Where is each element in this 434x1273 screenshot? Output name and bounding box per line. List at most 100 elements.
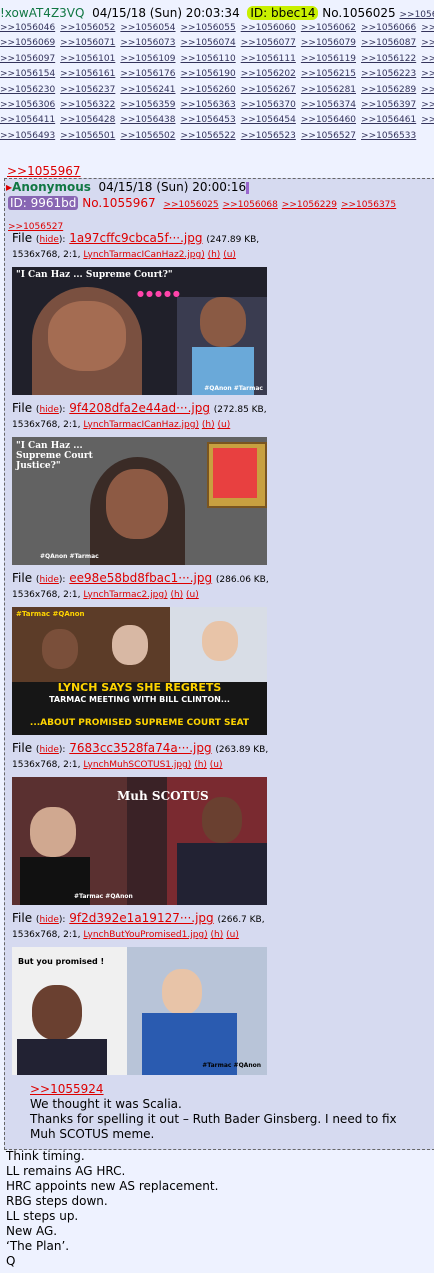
- backlink[interactable]: >>1056260: [181, 85, 236, 95]
- original-filename-link[interactable]: LynchMuhSCOTUS1.jpg): [83, 760, 191, 770]
- inner-poster-id[interactable]: ID: 9961bd: [8, 196, 79, 210]
- backlink[interactable]: >>1056109: [120, 54, 175, 64]
- backlink[interactable]: >>1056066: [361, 23, 416, 33]
- image-5[interactable]: But you promised ! #Tarmac #QAnon: [12, 947, 267, 1075]
- inner-post-number[interactable]: No.1055967: [82, 196, 155, 210]
- backlink[interactable]: >>1056055: [181, 23, 236, 33]
- backlink[interactable]: >>1056119: [301, 54, 356, 64]
- h-link[interactable]: (h): [170, 590, 183, 600]
- backlink[interactable]: >>1056411: [0, 115, 55, 125]
- backlink[interactable]: >>1056370: [241, 100, 296, 110]
- backlink[interactable]: >>1056122: [361, 54, 416, 64]
- inner-reply-link[interactable]: >>1056068: [223, 200, 278, 210]
- u-link[interactable]: (u): [226, 930, 239, 940]
- backlink[interactable]: >>1056054: [120, 23, 175, 33]
- file-name-link[interactable]: 7683cc3528fa74a···.jpg: [69, 741, 211, 755]
- backlink[interactable]: >>1056438: [120, 115, 175, 125]
- backlink[interactable]: >>1056154: [0, 69, 55, 79]
- original-filename-link[interactable]: LynchTarmac2.jpg): [83, 590, 167, 600]
- backlink[interactable]: >>1056052: [60, 23, 115, 33]
- backlink[interactable]: >>1056322: [60, 100, 115, 110]
- backlink[interactable]: >>1056502: [120, 131, 175, 141]
- u-link[interactable]: (u): [210, 760, 223, 770]
- backlink[interactable]: >>1056111: [241, 54, 296, 64]
- image-4[interactable]: Muh SCOTUS #Tarmac #QAnon: [12, 777, 267, 905]
- file-name-link[interactable]: 1a97cffc9cbca5f···.jpg: [69, 231, 202, 245]
- file-name-link[interactable]: ee98e58bd8fbac1···.jpg: [69, 571, 212, 585]
- backlink[interactable]: >>1056363: [181, 100, 236, 110]
- u-link[interactable]: (u): [186, 590, 199, 600]
- quoted-post-link[interactable]: >>1055967: [7, 164, 81, 178]
- file-name-link[interactable]: 9f2d392e1a19127···.jpg: [69, 911, 213, 925]
- backlink[interactable]: >>1056493: [0, 131, 55, 141]
- backlink[interactable]: >>1056077: [241, 38, 296, 48]
- post-number[interactable]: No.1056025: [322, 6, 395, 20]
- backlink[interactable]: >>10: [421, 115, 434, 125]
- backlink[interactable]: >>1056533: [361, 131, 416, 141]
- backlink[interactable]: >>1056176: [120, 69, 175, 79]
- h-link[interactable]: (h): [194, 760, 207, 770]
- original-filename-link[interactable]: LynchTarmacICanHaz2.jpg): [83, 250, 204, 260]
- hide-link[interactable]: hide: [39, 405, 58, 415]
- quote-ref-link[interactable]: >>1055924: [30, 1082, 104, 1096]
- backlink[interactable]: >>1056087: [361, 38, 416, 48]
- backlink[interactable]: >>1056190: [181, 69, 236, 79]
- hide-link[interactable]: hide: [39, 915, 58, 925]
- backlink[interactable]: >>1056230: [0, 85, 55, 95]
- inner-reply-link[interactable]: >>1056375: [341, 200, 396, 210]
- backlink[interactable]: >>1056073: [120, 38, 175, 48]
- h-link[interactable]: (h): [208, 250, 221, 260]
- file-name-link[interactable]: 9f4208dfa2e44ad···.jpg: [69, 401, 210, 415]
- inner-reply-link[interactable]: >>1056229: [282, 200, 337, 210]
- backlink[interactable]: >>1056428: [60, 115, 115, 125]
- h-link[interactable]: (h): [211, 930, 224, 940]
- backlink[interactable]: >>1056110: [181, 54, 236, 64]
- backlink[interactable]: >>10: [421, 100, 434, 110]
- backlink[interactable]: >>1056522: [181, 131, 236, 141]
- backlink[interactable]: >>1056359: [120, 100, 175, 110]
- poster-id[interactable]: ID: bbec14: [247, 6, 319, 20]
- backlink[interactable]: >>1056454: [241, 115, 296, 125]
- image-3[interactable]: #Tarmac #QAnon LYNCH SAYS SHE REGRETS TA…: [12, 607, 267, 735]
- backlink[interactable]: >>1056289: [361, 85, 416, 95]
- backlink[interactable]: >>1056097: [0, 54, 55, 64]
- backlink[interactable]: >>1056453: [181, 115, 236, 125]
- image-1[interactable]: "I Can Haz ... Supreme Court?" ●●●●● #QA…: [12, 267, 267, 395]
- backlink[interactable]: >>1056523: [241, 131, 296, 141]
- backlink[interactable]: >>1056215: [301, 69, 356, 79]
- backlink[interactable]: >>1056241: [120, 85, 175, 95]
- u-link[interactable]: (u): [217, 420, 230, 430]
- backlink[interactable]: >>1056501: [60, 131, 115, 141]
- backlink[interactable]: >>1056069: [0, 38, 55, 48]
- backlink[interactable]: >>1056461: [361, 115, 416, 125]
- u-link[interactable]: (u): [223, 250, 236, 260]
- backlink[interactable]: >>1056374: [301, 100, 356, 110]
- backlink[interactable]: >>10: [421, 85, 434, 95]
- backlink[interactable]: >>1056046: [0, 23, 55, 33]
- hide-link[interactable]: hide: [39, 575, 58, 585]
- backlink[interactable]: >>1056079: [301, 38, 356, 48]
- backlink[interactable]: >>10: [421, 54, 434, 64]
- hide-link[interactable]: hide: [39, 745, 58, 755]
- backlink[interactable]: >>1056281: [301, 85, 356, 95]
- original-filename-link[interactable]: LynchTarmacICanHaz.jpg): [83, 420, 199, 430]
- backlink[interactable]: >>1056202: [241, 69, 296, 79]
- inner-reply-link[interactable]: >>1056025: [163, 200, 218, 210]
- backlink[interactable]: >>1056267: [241, 85, 296, 95]
- backlink[interactable]: >>1056237: [60, 85, 115, 95]
- backlink[interactable]: >>1056161: [60, 69, 115, 79]
- backlink[interactable]: >>1056460: [301, 115, 356, 125]
- reply-link[interactable]: >>105604: [400, 10, 434, 20]
- backlink[interactable]: >>1056306: [0, 100, 55, 110]
- image-2[interactable]: "I Can Haz ... Supreme Court Justice?" #…: [12, 437, 267, 565]
- backlink[interactable]: >>1056223: [361, 69, 416, 79]
- backlink[interactable]: >>1056074: [181, 38, 236, 48]
- backlink[interactable]: >>1056060: [241, 23, 296, 33]
- backlink[interactable]: >>10: [421, 69, 434, 79]
- backlink[interactable]: >>10: [421, 23, 434, 33]
- original-filename-link[interactable]: LynchButYouPromised1.jpg): [83, 930, 207, 940]
- backlink[interactable]: >>1056527: [301, 131, 356, 141]
- h-link[interactable]: (h): [202, 420, 215, 430]
- backlink[interactable]: >>1056062: [301, 23, 356, 33]
- hide-link[interactable]: hide: [39, 235, 58, 245]
